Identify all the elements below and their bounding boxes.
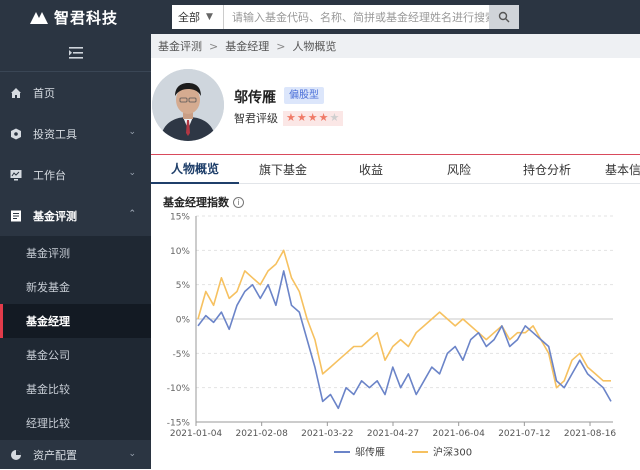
x-tick-label: 2021-01-04 [170,429,223,439]
chevron-down-icon: ⌄ [128,127,136,137]
y-tick-label: 15% [170,213,190,223]
sidebar-item-label: 基金评测 [33,209,77,223]
star-empty-icon: ★ [329,111,340,124]
document-icon [10,210,22,222]
manager-name: 邬传雁 [234,90,276,106]
tab-holdings[interactable]: 持仓分析 [503,155,591,184]
x-tick-label: 2021-08-16 [564,429,617,439]
sidebar-subitem-fund-compare[interactable]: 基金比较 [0,372,151,406]
logo-text: 智君科技 [54,8,119,27]
y-tick-label: 5% [176,281,191,291]
sidebar-item-label: 首页 [33,86,55,100]
tab-basic-info[interactable]: 基本信 [591,155,640,184]
logo-icon [30,12,48,24]
x-tick-label: 2021-02-08 [236,429,289,439]
breadcrumb-separator: > [276,39,286,53]
logo[interactable]: 智君科技 [28,6,118,28]
menu-collapse-icon [68,46,83,59]
sidebar-subitem-fund-evaluation[interactable]: 基金评测 [0,236,151,270]
sidebar-toggle[interactable] [0,34,151,72]
tab-overview[interactable]: 人物概览 [151,155,239,184]
avatar [152,69,224,141]
sidebar-subitem-fund-company[interactable]: 基金公司 [0,338,151,372]
sidebar: 首页 投资工具 ⌄ 工作台 ⌄ 基金评测 ⌃ 基金评测 新发基金 基金经理 基金… [0,34,151,469]
search-bar: 全部 ▼ [172,5,519,29]
search-input[interactable] [224,5,489,29]
star-filled-icon: ★ [307,111,318,124]
breadcrumb-item-current: 人物概览 [292,40,337,53]
search-scope-label: 全部 [178,11,200,24]
profile-tabs: 人物概览 旗下基金 收益 风险 持仓分析 基本信 [151,154,640,184]
x-tick-label: 2021-04-27 [367,429,419,439]
star-filled-icon: ★ [296,111,307,124]
rating: 智君评级 ★ ★ ★ ★ ★ [234,110,344,126]
chevron-up-icon: ⌃ [128,209,136,219]
monitor-icon [10,169,22,181]
tab-funds[interactable]: 旗下基金 [239,155,327,184]
sidebar-subitem-fund-manager[interactable]: 基金经理 [0,304,151,338]
rating-stars: ★ ★ ★ ★ ★ [283,110,344,126]
top-header: 智君科技 全部 ▼ [0,0,640,34]
pie-icon [10,449,22,461]
y-tick-label: -10% [167,384,191,394]
manager-index-chart: 15% 10% 5% 0% -5% -10% -15%2021-01-04 2021-02-0… [167,213,617,459]
breadcrumb: 基金评测 > 基金经理 > 人物概览 [151,34,640,58]
sidebar-item-label: 投资工具 [33,127,77,141]
chevron-down-icon: ⌄ [128,449,136,459]
series-line [197,270,612,410]
sidebar-item-asset-allocation[interactable]: 资产配置 ⌄ [0,440,151,470]
sidebar-item-label: 工作台 [33,168,66,182]
x-tick-label: 2021-07-12 [498,429,550,439]
sidebar-subitem-manager-compare[interactable]: 经理比较 [0,406,151,440]
chevron-down-icon: ⌄ [128,168,136,178]
tab-returns[interactable]: 收益 [327,155,415,184]
avatar-portrait [152,69,224,141]
rating-label: 智君评级 [234,112,278,125]
search-icon [498,11,510,23]
breadcrumb-item[interactable]: 基金评测 [158,38,202,54]
sidebar-item-label: 资产配置 [33,449,77,462]
search-scope-select[interactable]: 全部 ▼ [172,5,224,29]
sidebar-item-fund-evaluation[interactable]: 基金评测 ⌃ [0,195,151,236]
y-tick-label: -5% [172,350,190,360]
x-tick-label: 2021-06-04 [433,429,486,439]
sidebar-subitem-new-funds[interactable]: 新发基金 [0,270,151,304]
y-tick-label: 10% [170,247,190,257]
legend-label: 沪深300 [433,446,472,459]
sidebar-item-home[interactable]: 首页 [0,72,151,113]
chevron-down-icon: ▼ [206,12,213,22]
sidebar-item-workbench[interactable]: 工作台 ⌄ [0,154,151,195]
x-tick-label: 2021-03-22 [301,429,353,439]
breadcrumb-item[interactable]: 基金经理 [225,38,269,54]
legend-label: 邬传雁 [355,446,385,459]
search-button[interactable] [489,5,519,29]
style-tag: 偏股型 [284,87,324,104]
tab-risk[interactable]: 风险 [415,155,503,184]
sidebar-submenu: 基金评测 新发基金 基金经理 基金公司 基金比较 经理比较 [0,236,151,440]
sidebar-item-tools[interactable]: 投资工具 ⌄ [0,113,151,154]
tools-icon [10,128,22,140]
y-tick-label: -15% [167,419,191,429]
breadcrumb-separator: > [209,39,219,53]
star-filled-icon: ★ [318,111,329,124]
home-icon [10,87,22,99]
star-filled-icon: ★ [286,111,296,124]
y-tick-label: 0% [176,316,191,326]
